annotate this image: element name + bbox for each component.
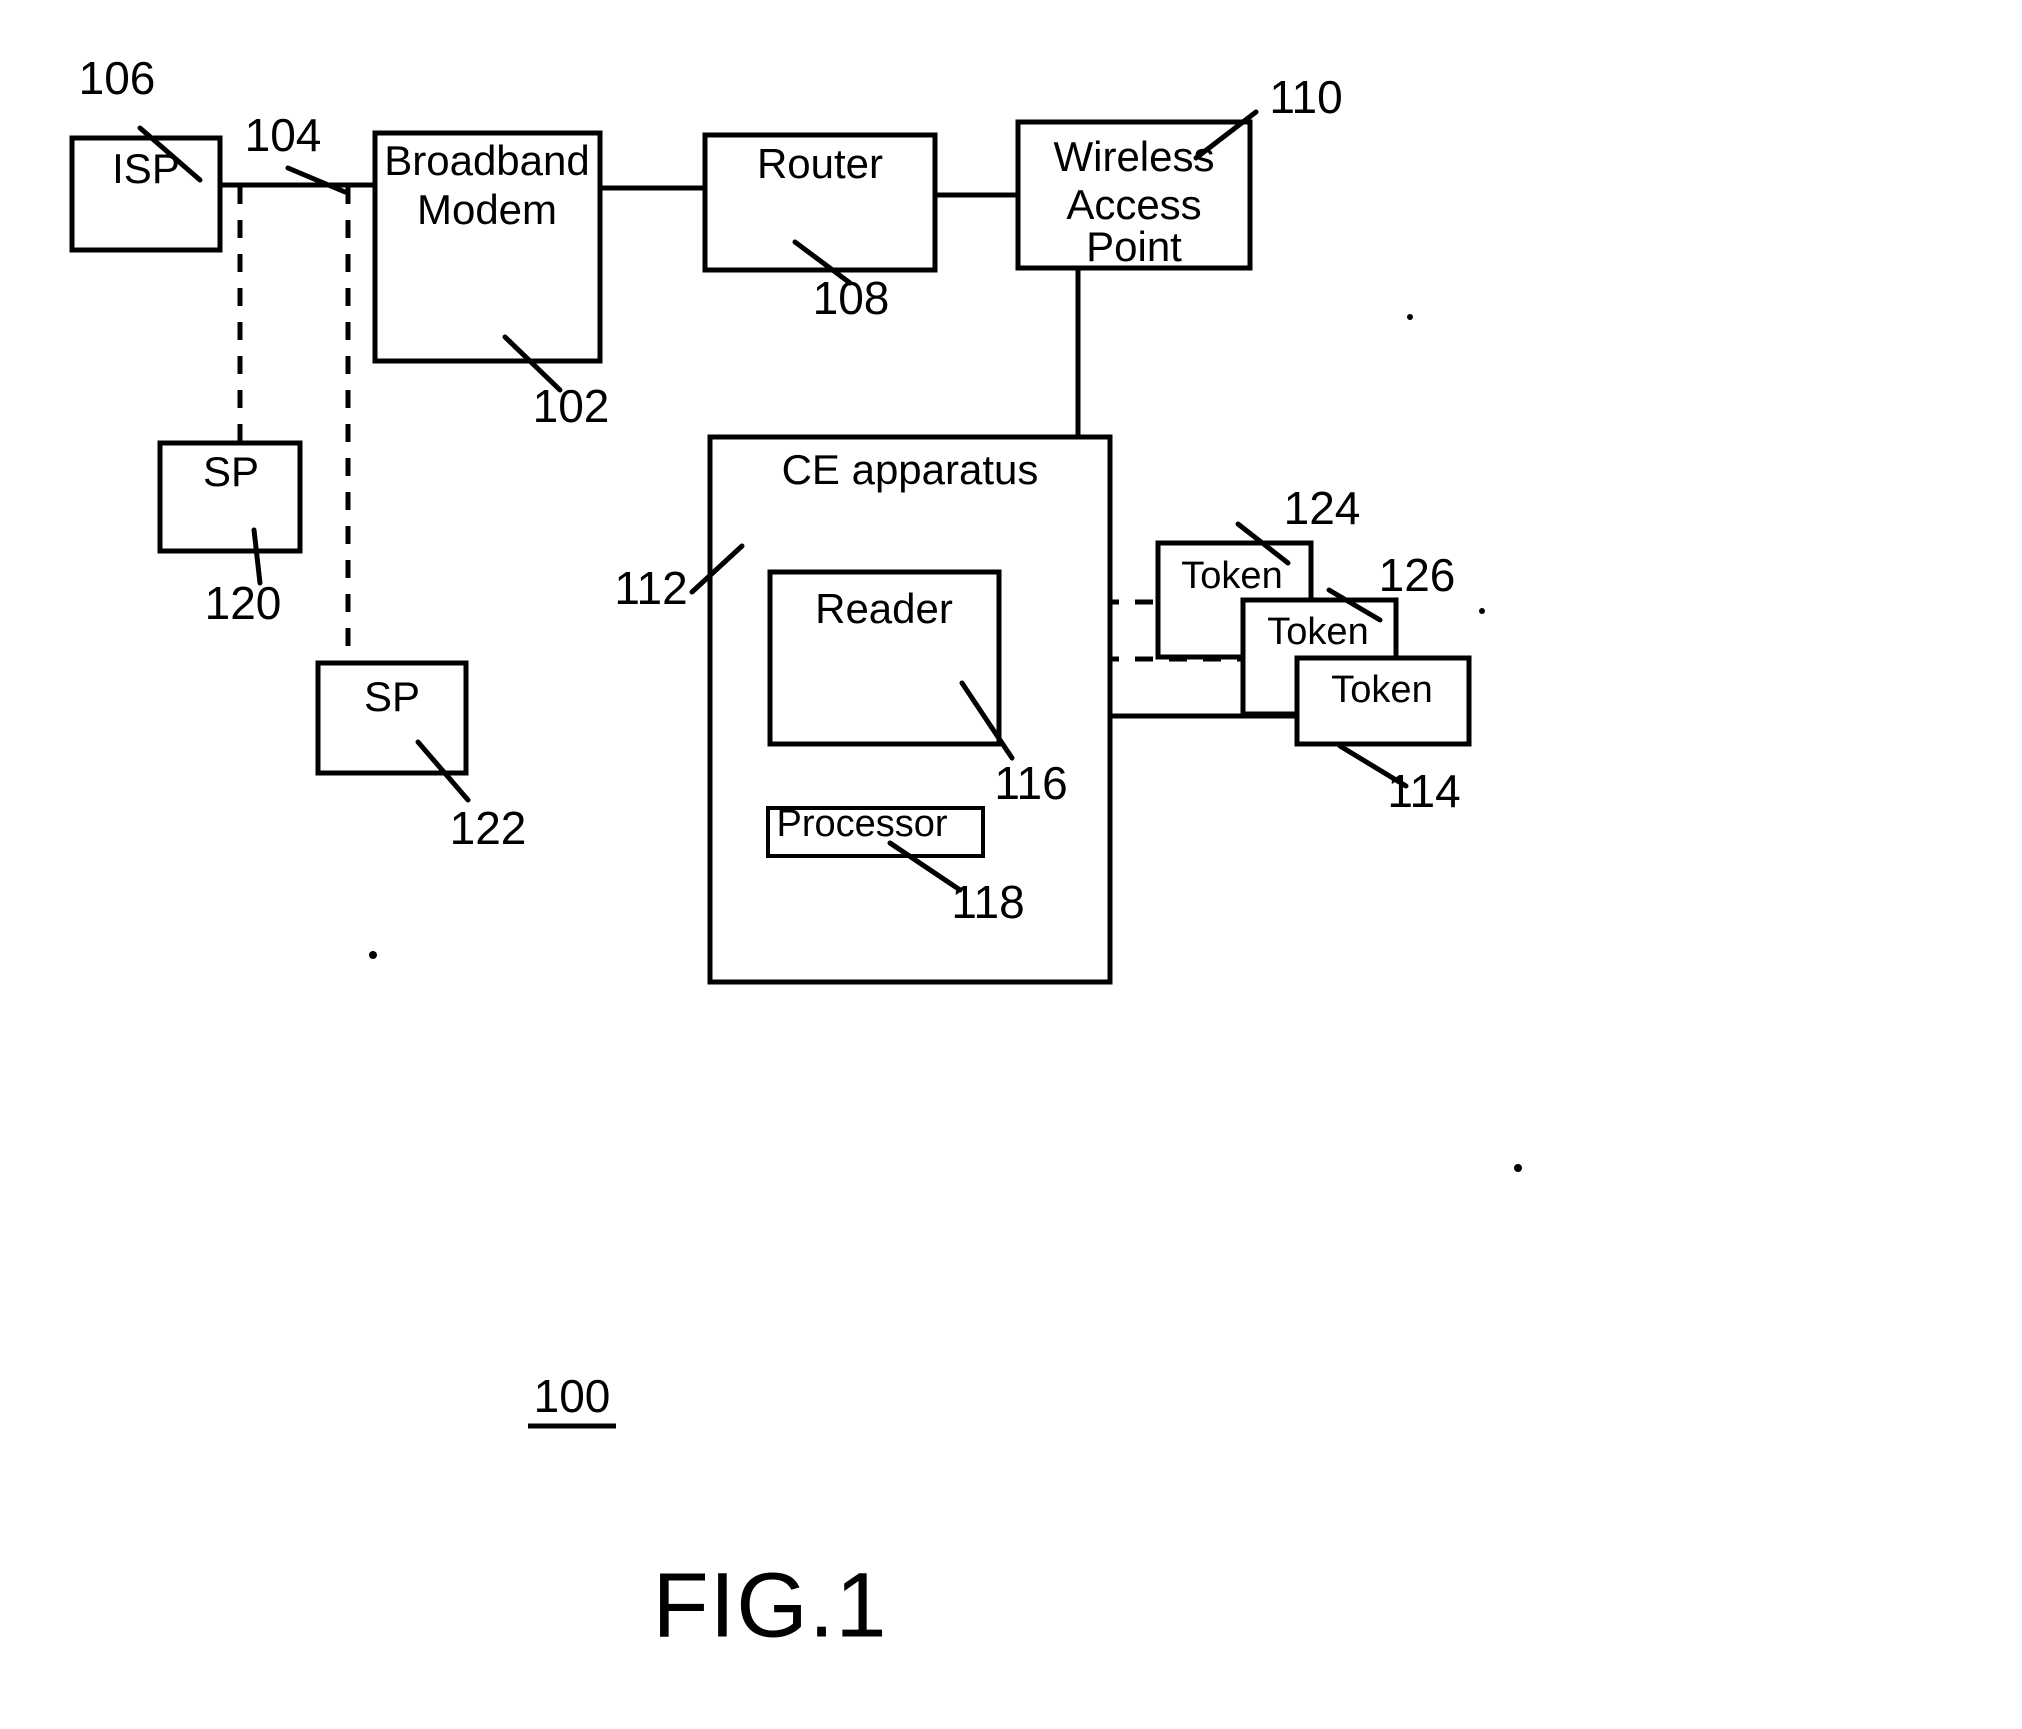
ref-num-112: 112 xyxy=(614,562,687,614)
ref-num-118: 118 xyxy=(951,876,1024,928)
ref-num-102: 102 xyxy=(533,380,610,432)
ref-num-system-100: 100 xyxy=(534,1370,611,1422)
ref-num-120: 120 xyxy=(205,577,282,629)
block-label-ce-apparatus: CE apparatus xyxy=(782,446,1039,493)
figure-caption: FIG.1 xyxy=(652,1554,887,1656)
scan-speck-icon xyxy=(369,951,377,959)
block-label-processor: Processor xyxy=(776,803,947,845)
scan-speck-icon xyxy=(1479,608,1485,614)
patent-figure: ISP Broadband Modem Router Wireless Acce… xyxy=(0,0,2022,1729)
block-label-reader: Reader xyxy=(815,585,953,632)
scan-speck-icon xyxy=(1407,314,1413,320)
ref-num-108: 108 xyxy=(813,272,890,324)
ref-num-106: 106 xyxy=(79,52,156,104)
block-label-wap-line1: Wireless xyxy=(1053,133,1214,180)
ref-num-110: 110 xyxy=(1269,71,1342,123)
leader-line-104 xyxy=(285,165,348,195)
block-label-modem-line2: Modem xyxy=(417,186,557,233)
block-label-router: Router xyxy=(757,140,883,187)
figure-canvas: ISP Broadband Modem Router Wireless Acce… xyxy=(69,52,1522,1656)
block-label-sp-122: SP xyxy=(364,673,420,720)
ref-num-122: 122 xyxy=(450,802,527,854)
ref-num-114: 114 xyxy=(1387,765,1460,817)
block-label-token-126: Token xyxy=(1267,611,1368,653)
ref-num-116: 116 xyxy=(994,757,1067,809)
block-label-sp-120: SP xyxy=(203,448,259,495)
block-label-modem-line1: Broadband xyxy=(384,137,590,184)
ref-num-126: 126 xyxy=(1379,549,1456,601)
block-label-wap-line3: Point xyxy=(1086,223,1182,270)
ref-num-124: 124 xyxy=(1284,482,1361,534)
block-label-wap-line2: Access xyxy=(1066,181,1201,228)
block-label-token-114: Token xyxy=(1331,669,1432,711)
ref-num-104: 104 xyxy=(245,109,322,161)
block-label-token-124: Token xyxy=(1181,555,1282,597)
scan-speck-icon xyxy=(1514,1164,1522,1172)
